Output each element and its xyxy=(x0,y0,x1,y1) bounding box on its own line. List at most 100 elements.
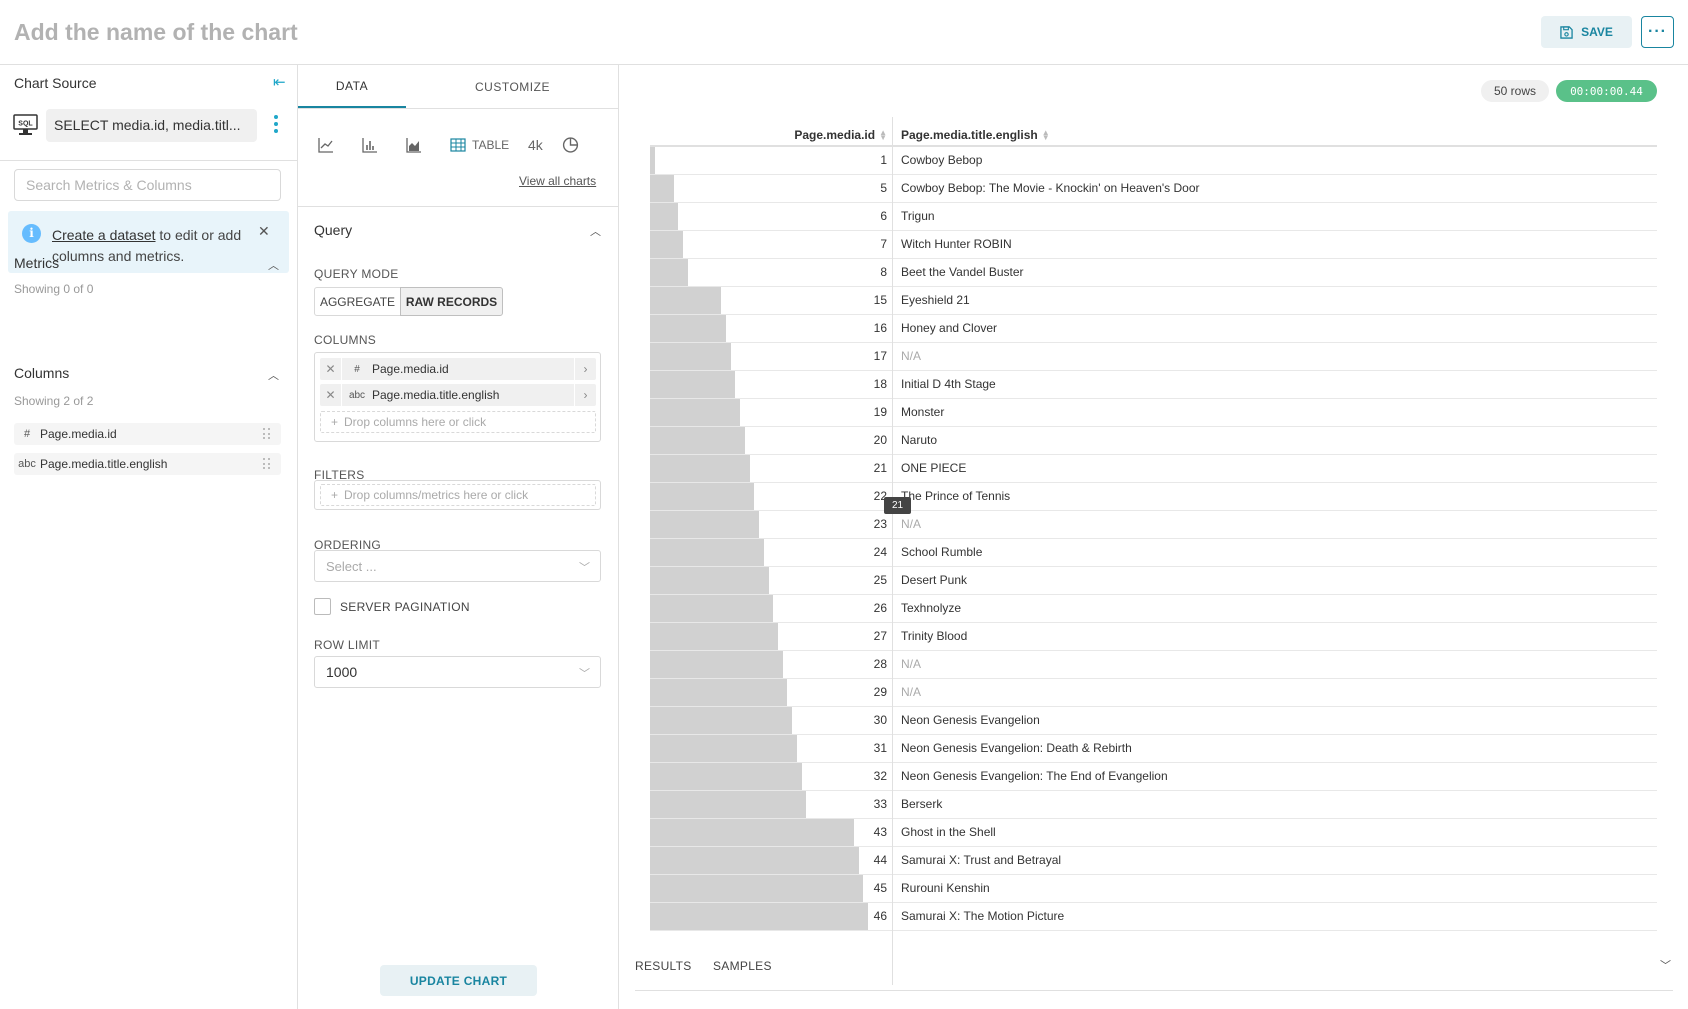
table-row: 15 Eyeshield 21 xyxy=(650,287,1657,315)
table-row: 45 Rurouni Kenshin xyxy=(650,875,1657,903)
remove-icon[interactable]: ✕ xyxy=(320,384,342,406)
ordering-select[interactable]: Select ... ﹀ xyxy=(314,550,601,582)
chevron-up-icon[interactable]: ︿ xyxy=(590,223,601,239)
table-label: TABLE xyxy=(472,138,510,152)
server-pagination-label: SERVER PAGINATION xyxy=(340,600,470,614)
table-row: 8 Beet the Vandel Buster xyxy=(650,259,1657,287)
chart-source-title: Chart Source xyxy=(14,75,97,91)
save-button[interactable]: SAVE xyxy=(1541,16,1632,48)
aggregate-mode-button[interactable]: AGGREGATE xyxy=(314,287,401,316)
cell-media-id: 1 xyxy=(880,153,887,167)
metrics-section-title[interactable]: Metrics xyxy=(14,255,59,271)
cell-media-id: 15 xyxy=(873,293,887,307)
table-row: 5 Cowboy Bebop: The Movie - Knockin' on H… xyxy=(650,175,1657,203)
pie-chart-icon[interactable] xyxy=(562,136,579,154)
chevron-down-icon[interactable]: ﹀ xyxy=(1660,957,1671,973)
columns-drop-zone[interactable]: + Drop columns here or click xyxy=(320,411,596,433)
close-icon[interactable]: ✕ xyxy=(258,223,270,240)
tab-results[interactable]: RESULTS xyxy=(635,959,692,973)
cell-media-id: 18 xyxy=(873,377,887,391)
cell-media-id: 46 xyxy=(873,909,887,923)
table-row: 16 Honey and Clover xyxy=(650,315,1657,343)
columns-count: Showing 2 of 2 xyxy=(14,394,94,408)
table-row: 43 Ghost in the Shell xyxy=(650,819,1657,847)
cell-title-english: Samurai X: The Motion Picture xyxy=(901,909,1065,923)
divider xyxy=(0,160,298,161)
create-dataset-link[interactable]: Create a dataset xyxy=(52,227,156,243)
floppy-disk-icon xyxy=(1560,25,1573,39)
cell-media-id: 30 xyxy=(873,713,887,727)
table-row: 21 ONE PIECE xyxy=(650,455,1657,483)
tab-customize[interactable]: CUSTOMIZE xyxy=(406,65,619,108)
drag-handle-icon[interactable] xyxy=(263,428,271,440)
cell-title-english: Neon Genesis Evangelion xyxy=(901,713,1040,727)
control-panel: DATA CUSTOMIZE TABLE 4k View all charts … xyxy=(298,65,619,1009)
cell-title-english: Initial D 4th Stage xyxy=(901,377,996,391)
string-type-icon: abc xyxy=(348,389,366,401)
table-row: 7 Witch Hunter ROBIN xyxy=(650,231,1657,259)
table-row: 32 Neon Genesis Evangelion: The End of Ev… xyxy=(650,763,1657,791)
tab-data[interactable]: DATA xyxy=(298,65,406,108)
line-chart-icon[interactable] xyxy=(318,136,334,154)
cell-media-id: 19 xyxy=(873,405,887,419)
cell-title-english: Trigun xyxy=(901,209,935,223)
sort-icon: ▲ ▼ xyxy=(879,128,887,142)
server-pagination-checkbox[interactable] xyxy=(314,598,331,615)
search-metrics-input[interactable] xyxy=(14,169,281,201)
tab-samples[interactable]: SAMPLES xyxy=(713,959,772,973)
chevron-right-icon[interactable]: › xyxy=(574,358,596,380)
cell-media-id: 17 xyxy=(873,349,887,363)
table-row: 22 The Prince of Tennis xyxy=(650,483,1657,511)
chevron-up-icon[interactable]: ︿ xyxy=(268,257,279,273)
kebab-menu-icon[interactable] xyxy=(274,113,280,135)
more-options-button[interactable]: ··· xyxy=(1641,16,1674,48)
cell-media-id: 23 xyxy=(873,517,887,531)
raw-records-mode-button[interactable]: RAW RECORDS xyxy=(400,287,503,316)
column-pill-media-id[interactable]: ✕ # Page.media.id › xyxy=(320,358,596,380)
table-row: 33 Berserk xyxy=(650,791,1657,819)
table-icon xyxy=(450,138,466,152)
view-all-charts-link[interactable]: View all charts xyxy=(519,174,596,188)
column-divider xyxy=(892,117,893,985)
table-row: 1 Cowboy Bebop xyxy=(650,147,1657,175)
table-chart-option[interactable]: TABLE xyxy=(450,136,509,154)
update-chart-button[interactable]: UPDATE CHART xyxy=(380,965,537,996)
cell-title-english: Cowboy Bebop: The Movie - Knockin' on He… xyxy=(901,181,1200,195)
cell-title-english: Berserk xyxy=(901,797,943,811)
string-type-icon: abc xyxy=(18,458,36,470)
column-header-title-english[interactable]: Page.media.title.english ▲ ▼ xyxy=(901,125,1050,145)
cell-title-english: Monster xyxy=(901,405,945,419)
chevron-right-icon[interactable]: › xyxy=(574,384,596,406)
columns-section-title[interactable]: Columns xyxy=(14,365,69,381)
column-item-media-id[interactable]: # Page.media.id xyxy=(14,423,281,445)
row-limit-select[interactable]: 1000 ﹀ xyxy=(314,656,601,688)
cell-media-id: 28 xyxy=(873,657,887,671)
ordering-placeholder: Select ... xyxy=(326,558,377,574)
column-item-title-english[interactable]: abc Page.media.title.english xyxy=(14,453,281,475)
cell-media-id: 7 xyxy=(880,237,887,251)
cell-media-id: 32 xyxy=(873,769,887,783)
sort-icon: ▲ ▼ xyxy=(1041,128,1050,142)
divider xyxy=(298,108,619,109)
cell-media-id: 20 xyxy=(873,433,887,447)
area-chart-icon[interactable] xyxy=(406,136,422,154)
table-row: 25 Desert Punk xyxy=(650,567,1657,595)
bar-chart-icon[interactable] xyxy=(362,136,378,154)
query-section-title[interactable]: Query xyxy=(314,222,352,238)
sql-source-box[interactable]: SELECT media.id, media.titl... xyxy=(46,109,257,142)
collapse-panel-icon[interactable]: ⇤ xyxy=(273,73,286,91)
remove-icon[interactable]: ✕ xyxy=(320,358,342,380)
chevron-up-icon[interactable]: ︿ xyxy=(268,367,279,383)
cell-media-id: 8 xyxy=(880,265,887,279)
cell-media-id: 22 xyxy=(873,489,887,503)
column-pill-title-english[interactable]: ✕ abc Page.media.title.english › xyxy=(320,384,596,406)
column-header-media-id[interactable]: Page.media.id ▲ ▼ xyxy=(650,125,887,145)
header-label: Page.media.title.english xyxy=(901,128,1038,142)
table-row: 17 N/A xyxy=(650,343,1657,371)
table-row: 6 Trigun xyxy=(650,203,1657,231)
drag-handle-icon[interactable] xyxy=(263,458,271,470)
info-icon: i xyxy=(22,224,41,243)
filters-drop-zone[interactable]: + Drop columns/metrics here or click xyxy=(320,484,596,506)
big-number-chart-option[interactable]: 4k xyxy=(528,136,543,154)
chart-name-input[interactable]: Add the name of the chart xyxy=(14,19,298,46)
